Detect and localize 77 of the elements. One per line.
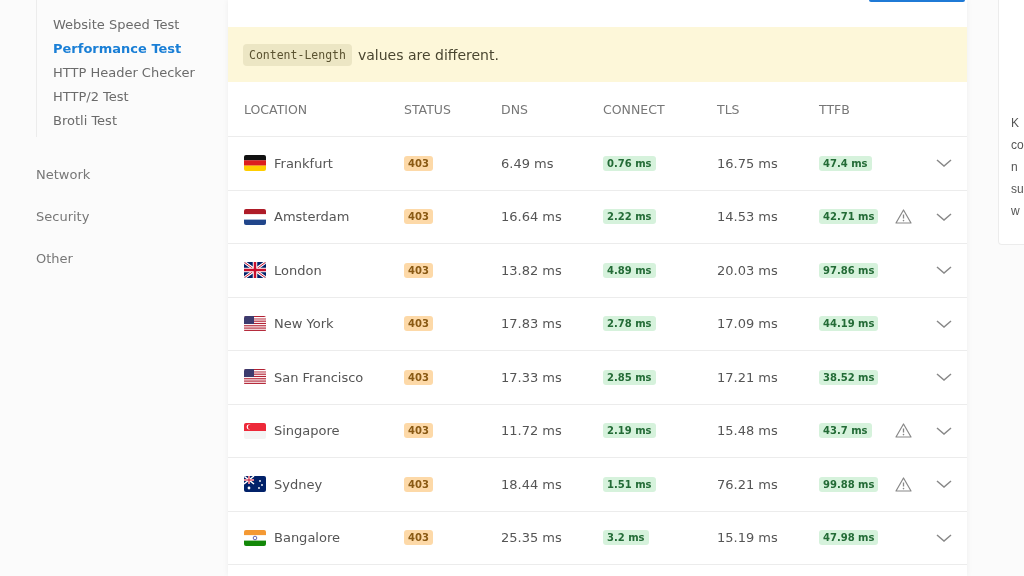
tls-time: 20.03 ms [717,262,779,278]
status-code: 403 [404,476,433,492]
location-name: Singapore [274,423,340,439]
column-header: TLS [717,101,741,117]
dns-time: 16.64 ms [501,209,563,225]
panel-text: co [1011,137,1024,154]
column-header: CONNECT [603,101,666,117]
sidebar-section[interactable]: Other [36,238,228,280]
tls-time: 15.19 ms [717,530,779,546]
flag-icon [244,208,266,225]
connect-time: 2.85 ms [603,369,656,385]
sidebar-item[interactable]: Website Speed Test [53,13,228,37]
location-name: Sydney [274,476,323,492]
column-header: DNS [501,101,529,117]
ttfb-time: 38.52 ms [819,369,879,385]
flag-icon [244,262,266,279]
location-name: Amsterdam [274,209,350,225]
status-code: 403 [404,209,433,225]
location-name: San Francisco [274,369,364,385]
dns-time: 17.83 ms [501,316,563,332]
connect-time: 3.2 ms [603,530,649,546]
flag-icon [244,476,266,493]
status-code: 403 [404,530,433,546]
status-code: 403 [404,369,433,385]
ttfb-time: 47.4 ms [819,155,872,171]
sidebar-section[interactable]: Network [36,154,228,196]
flag-icon [244,529,266,546]
location-name: London [274,262,322,278]
dns-time: 11.72 ms [501,423,563,439]
panel-text: K [1011,115,1020,132]
tls-time: 17.09 ms [717,316,779,332]
alert-message: values are different. [357,46,499,63]
dns-time: 25.35 ms [501,530,563,546]
flag-icon [244,315,266,332]
connect-time: 2.19 ms [603,423,656,439]
connect-time: 2.22 ms [603,209,656,225]
sidebar-item[interactable]: Performance Test [53,37,228,61]
location-name: New York [274,316,334,332]
dns-time: 6.49 ms [501,155,555,171]
flag-icon [244,155,266,172]
ttfb-time: 42.71 ms [819,209,879,225]
tls-time: 16.75 ms [717,155,779,171]
tls-time: 14.53 ms [717,209,779,225]
location-name: Frankfurt [274,155,333,171]
ttfb-time: 97.86 ms [819,262,879,278]
ttfb-time: 47.98 ms [819,530,879,546]
flag-icon [244,422,266,439]
ttfb-time: 43.7 ms [819,423,872,439]
tls-time: 76.21 ms [717,476,779,492]
status-code: 403 [404,262,433,278]
status-code: 403 [404,155,433,171]
column-header: LOCATION [244,101,309,117]
dns-time: 18.44 ms [501,476,563,492]
panel-text: w [1011,203,1021,220]
column-header: STATUS [404,101,452,117]
flag-icon [244,369,266,386]
column-header: TTFB [819,101,851,117]
code-label: Content-Length [243,43,352,66]
sidebar-item[interactable]: HTTP/2 Test [53,85,228,109]
status-code: 403 [404,316,433,332]
connect-time: 0.76 ms [603,155,656,171]
dns-time: 17.33 ms [501,369,563,385]
dns-time: 13.82 ms [501,262,563,278]
connect-time: 2.78 ms [603,316,656,332]
ttfb-time: 99.88 ms [819,476,879,492]
sidebar-item[interactable]: Brotli Test [53,109,228,133]
panel-text: su [1011,181,1024,198]
connect-time: 4.89 ms [603,262,656,278]
status-code: 403 [404,423,433,439]
sidebar-section[interactable]: Security [36,196,228,238]
connect-time: 1.51 ms [603,476,656,492]
location-name: Bangalore [274,530,340,546]
ttfb-time: 44.19 ms [819,316,879,332]
tls-time: 17.21 ms [717,369,779,385]
sidebar-item[interactable]: HTTP Header Checker [53,61,228,85]
tls-time: 15.48 ms [717,423,779,439]
panel-text: n [1011,159,1019,176]
